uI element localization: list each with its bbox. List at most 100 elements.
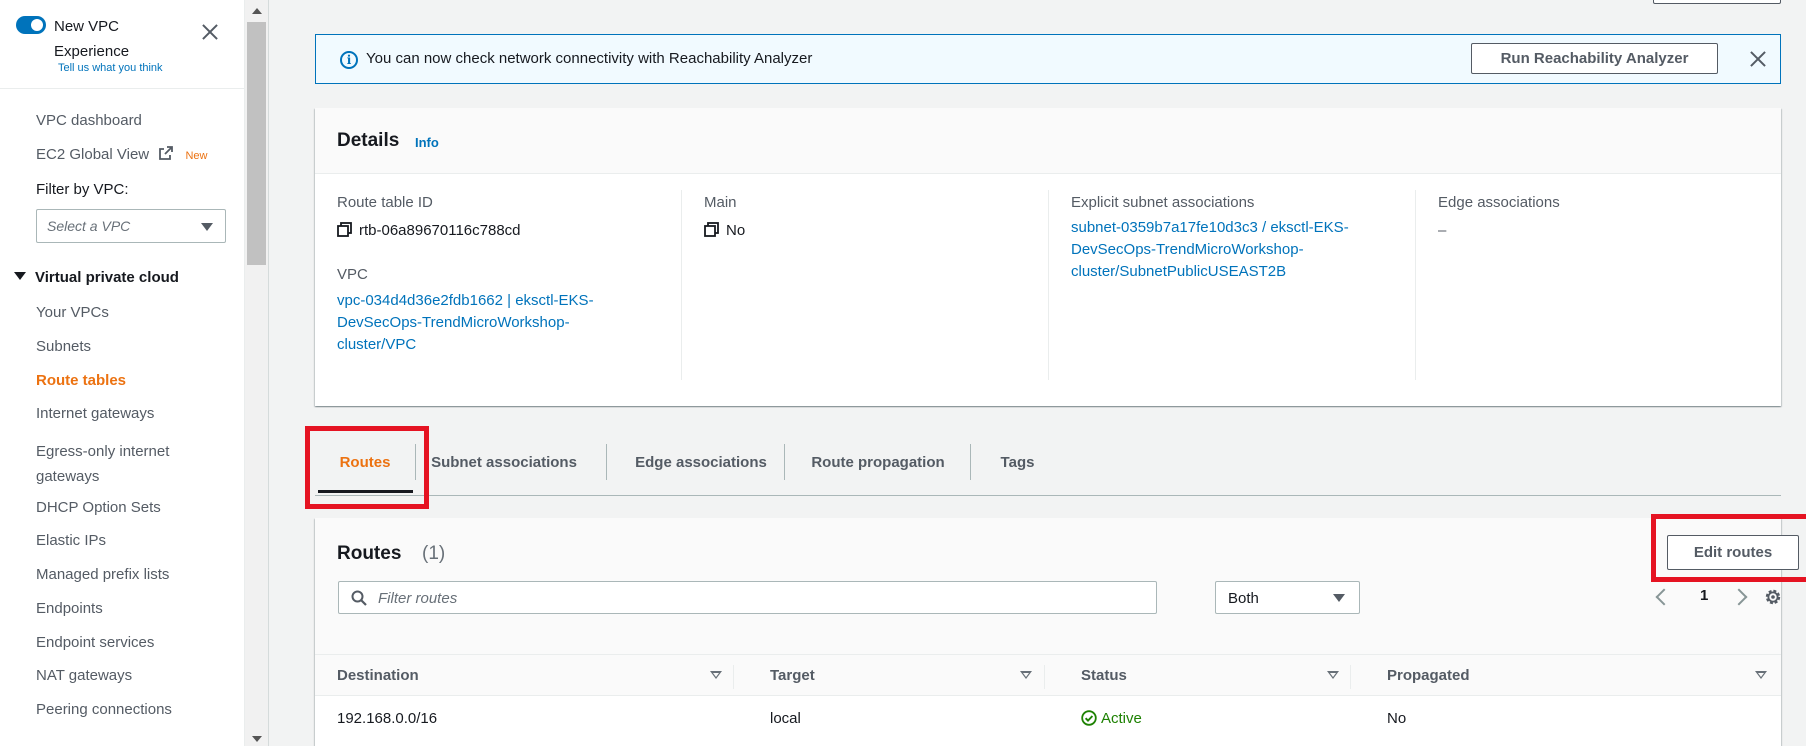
sidebar-scrollbar[interactable] — [245, 0, 269, 746]
edge-associations-label: Edge associations — [1438, 194, 1560, 211]
filter-routes-input[interactable]: Filter routes — [338, 581, 1157, 614]
routes-panel: Routes (1) Edit routes Filter routes Bot… — [315, 514, 1806, 746]
sidebar-item-peering-connections[interactable]: Peering connections — [36, 701, 172, 718]
status-success-icon — [1081, 710, 1097, 726]
column-divider — [681, 190, 682, 380]
tab-divider — [784, 444, 785, 480]
tab-bar: Routes Subnet associations Edge associat… — [315, 430, 1781, 496]
edge-associations-value: – — [1438, 222, 1447, 239]
sort-icon[interactable] — [1020, 671, 1032, 679]
sidebar-item-endpoint-services[interactable]: Endpoint services — [36, 634, 154, 651]
tab-divider — [970, 444, 971, 480]
main-label: Main — [704, 194, 737, 211]
sidebar-item-internet-gateways[interactable]: Internet gateways — [36, 405, 154, 422]
sidebar-item-nat-gateways[interactable]: NAT gateways — [36, 667, 132, 684]
column-divider — [1415, 190, 1416, 380]
info-link[interactable]: Info — [415, 135, 439, 150]
sidebar-item-elastic-ips[interactable]: Elastic IPs — [36, 532, 106, 549]
sidebar-item-dhcp-option-sets[interactable]: DHCP Option Sets — [36, 499, 161, 516]
details-col-route-table: Route table ID rtb-06a89670116c788cd VPC… — [337, 190, 667, 380]
vpc-filter-select[interactable]: Select a VPC — [36, 209, 226, 243]
column-divider — [1044, 665, 1045, 689]
column-status[interactable]: Status — [1081, 667, 1127, 684]
caret-down-icon — [201, 223, 213, 231]
close-icon[interactable] — [199, 22, 221, 44]
copy-icon[interactable] — [337, 222, 352, 237]
scroll-down-icon[interactable] — [252, 736, 262, 742]
sidebar-item-managed-prefix-lists[interactable]: Managed prefix lists — [36, 566, 169, 583]
cell-destination: 192.168.0.0/16 — [337, 710, 438, 727]
dismiss-icon[interactable] — [1748, 49, 1768, 69]
feedback-link[interactable]: Tell us what you think — [58, 62, 163, 74]
toggle-switch[interactable] — [16, 16, 46, 34]
vpc-link[interactable]: vpc-034d4d36e2fdb1662 | eksctl-EKS-DevSe… — [337, 290, 637, 356]
vpc-label: VPC — [337, 266, 368, 283]
select-value: Both — [1228, 590, 1259, 607]
run-reachability-analyzer-button[interactable]: Run Reachability Analyzer — [1471, 43, 1718, 74]
divider — [0, 88, 245, 89]
sidebar-item-label: EC2 Global View — [36, 146, 150, 163]
routes-title: Routes — [337, 543, 402, 564]
routes-count: (1) — [422, 543, 446, 564]
header-action-button[interactable] — [1653, 0, 1781, 4]
sidebar-item-subnets[interactable]: Subnets — [36, 338, 91, 355]
column-propagated[interactable]: Propagated — [1387, 667, 1470, 684]
sidebar-item-your-vpcs[interactable]: Your VPCs — [36, 304, 109, 321]
highlight-box-routes-tab — [305, 426, 429, 509]
cell-propagated: No — [1387, 710, 1407, 727]
info-icon: i — [340, 51, 358, 69]
sidebar-item-endpoints[interactable]: Endpoints — [36, 600, 103, 617]
reachability-flash-banner: i You can now check network connectivity… — [315, 34, 1781, 84]
sidebar: New VPC Experience Tell us what you thin… — [0, 0, 245, 746]
sort-icon[interactable] — [1327, 671, 1339, 679]
highlight-box-edit-routes — [1651, 514, 1806, 582]
section-virtual-private-cloud[interactable]: Virtual private cloud — [14, 269, 179, 286]
column-divider — [733, 665, 734, 689]
previous-page-icon[interactable] — [1652, 588, 1670, 606]
main-content: i You can now check network connectivity… — [270, 0, 1806, 746]
sidebar-item-ec2-global-view[interactable]: EC2 Global View New — [36, 146, 207, 163]
gear-icon[interactable] — [1763, 587, 1783, 607]
details-header: Details Info — [315, 108, 1781, 174]
details-col-explicit: Explicit subnet associations subnet-0359… — [1071, 190, 1391, 380]
select-placeholder: Select a VPC — [47, 218, 131, 234]
tab-route-propagation[interactable]: Route propagation — [793, 430, 963, 496]
table-header: Destination Target Status Propagated — [315, 654, 1781, 696]
scroll-thumb[interactable] — [247, 22, 266, 265]
explicit-subnet-link[interactable]: subnet-0359b7a17fe10d3c3 / eksctl-EKS-De… — [1071, 217, 1381, 283]
page-number[interactable]: 1 — [1700, 587, 1708, 604]
column-divider — [1048, 190, 1049, 380]
tab-tags[interactable]: Tags — [975, 430, 1060, 496]
tab-edge-associations[interactable]: Edge associations — [617, 430, 785, 496]
next-page-icon[interactable] — [1732, 588, 1750, 606]
sidebar-item-vpc-dashboard[interactable]: VPC dashboard — [36, 112, 142, 129]
filter-by-vpc-label: Filter by VPC: — [36, 181, 129, 198]
main-value: No — [704, 222, 745, 239]
details-col-edge: Edge associations – — [1438, 190, 1758, 380]
column-destination[interactable]: Destination — [337, 667, 419, 684]
tab-subnet-associations[interactable]: Subnet associations — [420, 430, 588, 496]
search-placeholder: Filter routes — [378, 590, 458, 607]
sidebar-item-route-tables[interactable]: Route tables — [36, 372, 126, 389]
column-divider — [1350, 665, 1351, 689]
collapse-icon — [14, 272, 26, 280]
flash-message: You can now check network connectivity w… — [366, 50, 813, 67]
new-vpc-experience-label: New VPC Experience — [54, 18, 130, 60]
details-col-main: Main No — [704, 190, 1024, 380]
sort-icon[interactable] — [1755, 671, 1767, 679]
new-badge: New — [185, 150, 208, 162]
caret-down-icon — [1333, 594, 1345, 602]
routes-header: Routes (1) Edit routes Filter routes Bot… — [315, 518, 1799, 654]
scroll-up-icon[interactable] — [252, 8, 262, 14]
route-type-select[interactable]: Both — [1215, 581, 1360, 614]
sidebar-item-egress-only-gateways[interactable]: Egress-only internet gateways — [36, 439, 211, 489]
sort-icon[interactable] — [710, 671, 722, 679]
route-table-id-value: rtb-06a89670116c788cd — [337, 222, 521, 239]
cell-status: Active — [1081, 710, 1142, 727]
copy-icon[interactable] — [704, 222, 719, 237]
search-icon — [351, 590, 367, 606]
external-link-icon — [159, 146, 174, 160]
cell-target: local — [770, 710, 801, 727]
column-target[interactable]: Target — [770, 667, 815, 684]
route-table-id-label: Route table ID — [337, 194, 433, 211]
